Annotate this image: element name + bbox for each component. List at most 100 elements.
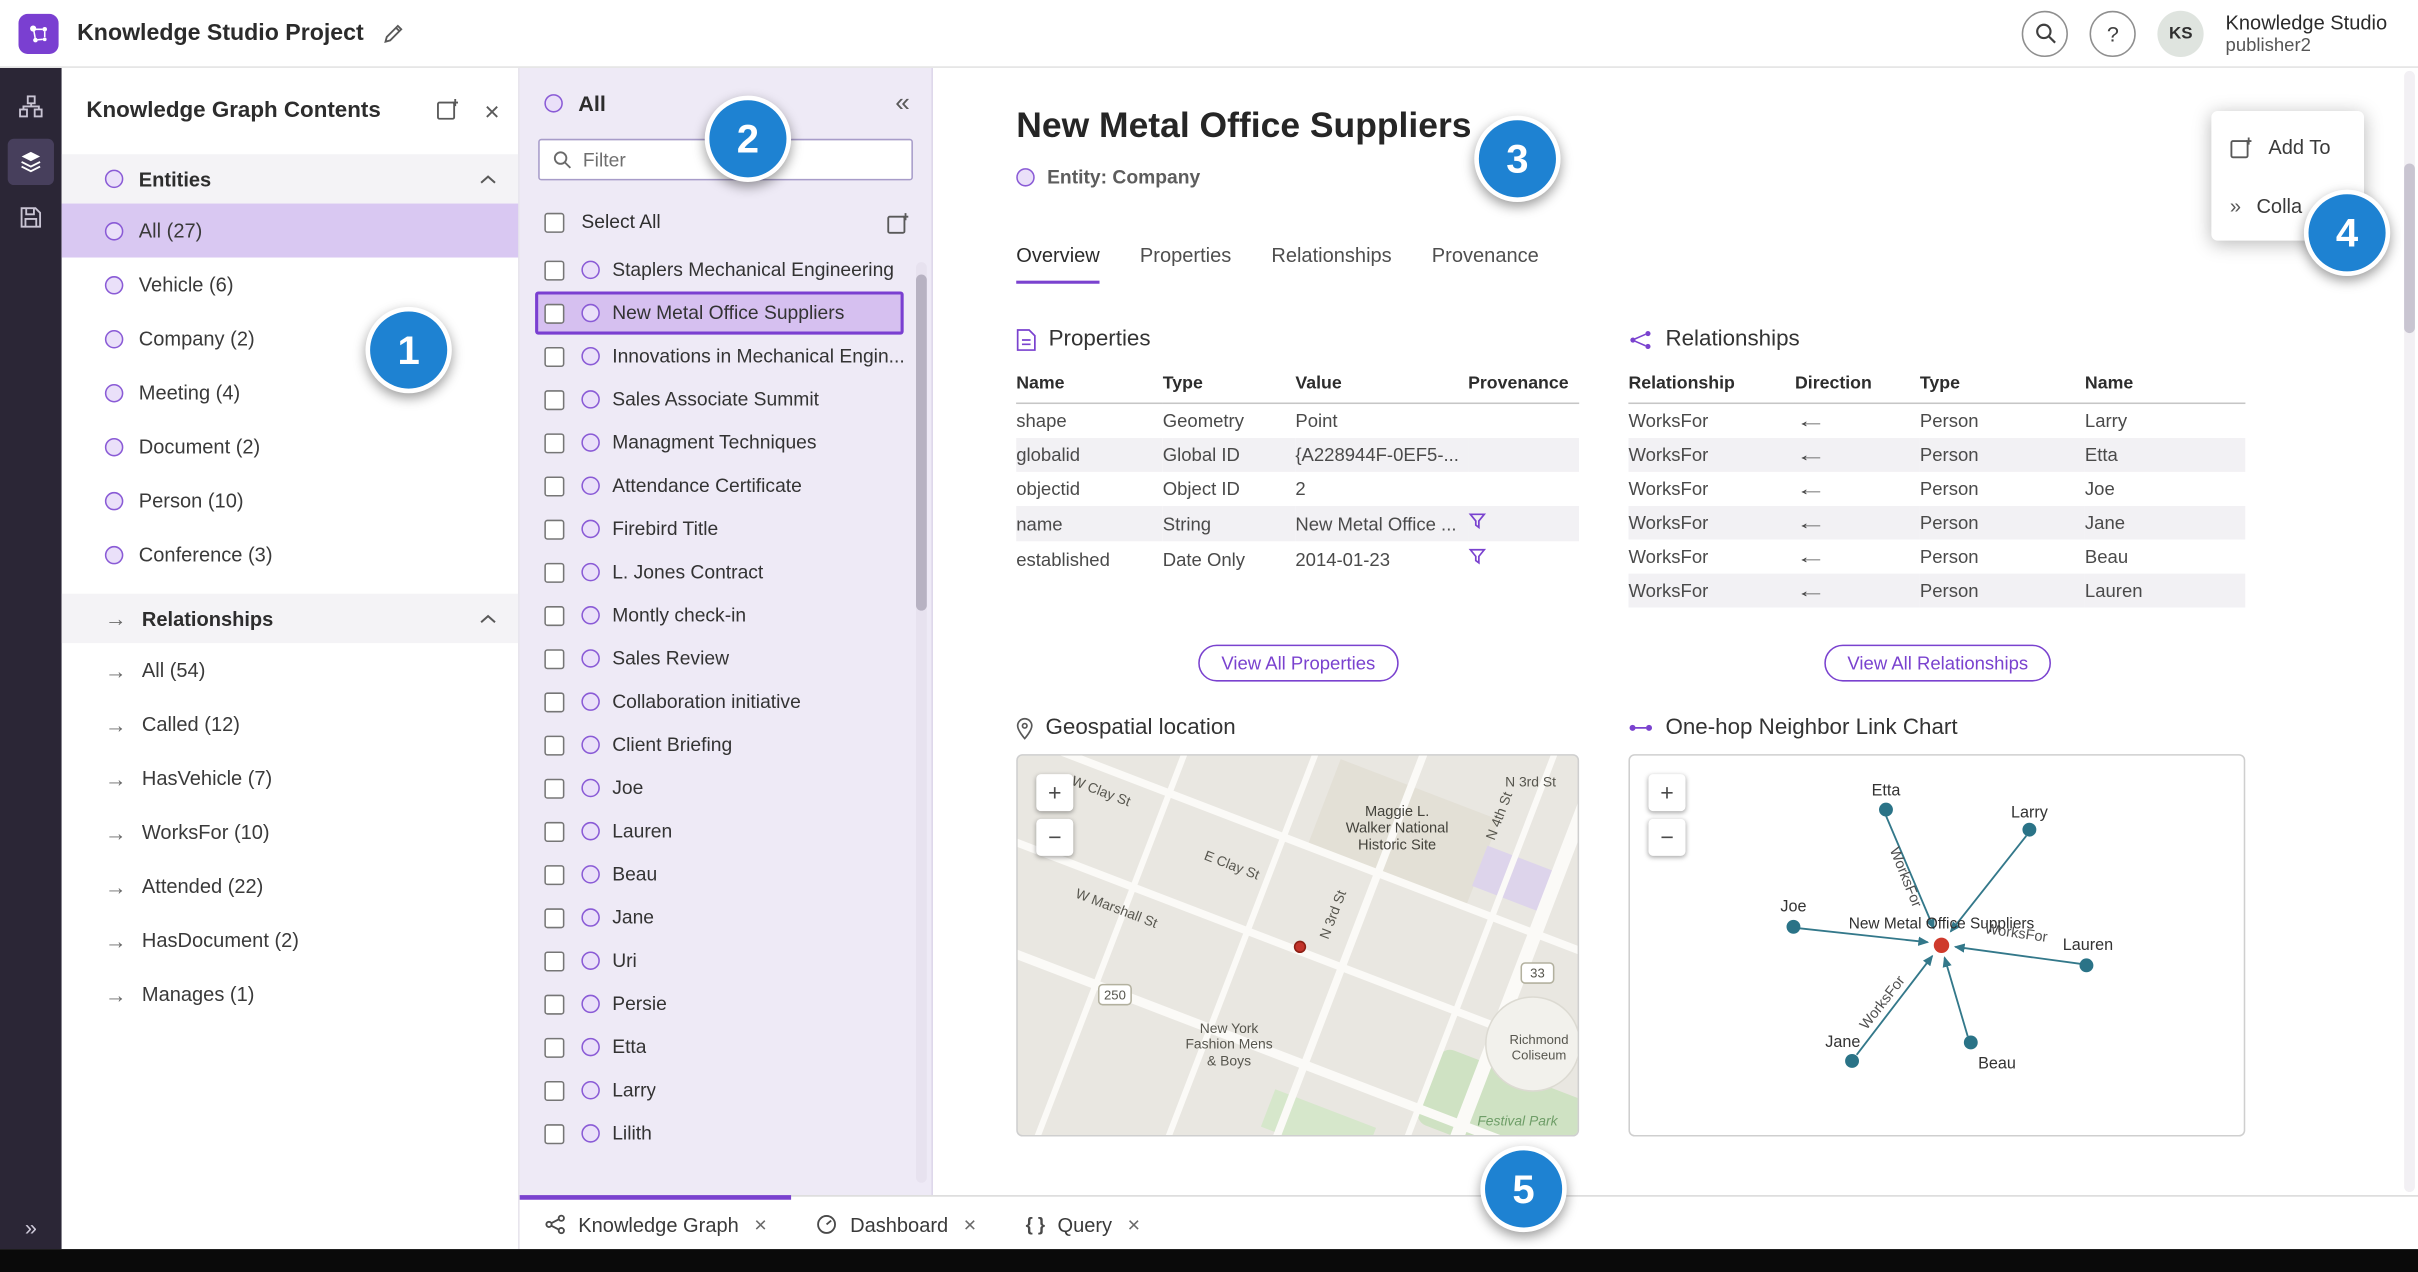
list-item[interactable]: Sales Review [535,637,904,680]
list-item[interactable]: Persie [535,982,904,1025]
node-beau[interactable] [1963,1035,1978,1050]
list-item[interactable]: Larry [535,1069,904,1112]
close-icon[interactable]: × [964,1212,977,1237]
checkbox[interactable] [544,821,565,842]
list-item[interactable]: Lauren [535,810,904,853]
chevron-up-icon[interactable] [480,613,497,624]
scrollbar-thumb[interactable] [916,274,927,611]
checkbox[interactable] [544,777,565,799]
property-row[interactable]: globalid Global ID {A228944F-0EF5-... [1016,437,1580,472]
relationship-type-hasvehicle[interactable]: → HasVehicle (7) [62,751,518,805]
user-avatar[interactable]: KS [2157,10,2204,57]
provenance-icon[interactable] [1468,512,1487,531]
list-item[interactable]: Collaboration initiative [535,680,904,723]
link-chart-canvas[interactable]: + − Etta Larry Joe Lauren Jane Beau New … [1628,754,2246,1137]
list-item[interactable]: Etta [535,1025,904,1068]
entity-link[interactable]: Etta [2085,438,2245,472]
list-item-selected[interactable]: New Metal Office Suppliers [535,291,904,335]
checkbox[interactable] [544,346,565,367]
entity-link[interactable]: Larry [2085,403,2245,438]
view-all-properties-button[interactable]: View All Properties [1198,644,1399,682]
entity-type-document[interactable]: Document (2) [62,419,518,473]
entity-type-meeting[interactable]: Meeting (4) [62,365,518,419]
chevron-up-icon[interactable] [480,173,497,184]
list-item[interactable]: Firebird Title [535,507,904,550]
add-new-icon[interactable] [437,97,460,125]
property-row[interactable]: objectid Object ID 2 [1016,472,1579,506]
select-all-checkbox[interactable] [544,212,565,233]
close-icon[interactable]: × [754,1212,767,1237]
property-row[interactable]: established Date Only 2014-01-23 [1016,541,1579,576]
relationship-type-hasdocument[interactable]: → HasDocument (2) [62,913,518,967]
checkbox[interactable] [544,1123,565,1144]
relationship-link[interactable]: WorksFor [1628,438,1795,472]
relationship-row[interactable]: WorksFor ← Person Larry [1628,403,2245,438]
view-tab-dashboard[interactable]: Dashboard × [792,1195,1001,1249]
checkbox[interactable] [544,950,565,971]
list-item[interactable]: Uri [535,939,904,982]
tab-provenance[interactable]: Provenance [1432,244,1539,284]
tab-overview[interactable]: Overview [1016,244,1100,284]
checkbox[interactable] [544,648,565,669]
tab-properties[interactable]: Properties [1140,244,1231,284]
relationship-row[interactable]: WorksFor ← Person Etta [1628,437,2246,472]
checkbox[interactable] [544,691,565,712]
relationship-type-called[interactable]: → Called (12) [62,697,518,751]
relationship-row[interactable]: WorksFor ← Person Lauren [1628,573,2246,608]
relationship-type-all[interactable]: → All (54) [62,643,518,697]
checkbox[interactable] [544,562,565,583]
rail-save-button[interactable] [8,194,54,240]
list-item[interactable]: Lilith [535,1112,904,1155]
zoom-in-button[interactable]: + [1648,774,1686,812]
relationship-row[interactable]: WorksFor ← Person Joe [1628,472,2245,506]
relationship-link[interactable]: WorksFor [1628,403,1795,438]
relationship-link[interactable]: WorksFor [1628,540,1795,574]
list-item[interactable]: Beau [535,853,904,896]
node-center[interactable] [1933,937,1950,954]
checkbox[interactable] [544,259,565,280]
list-item[interactable]: Staplers Mechanical Engineering [535,248,904,291]
checkbox[interactable] [544,907,565,928]
zoom-out-button[interactable]: − [1648,818,1686,856]
tab-relationships[interactable]: Relationships [1271,244,1391,284]
property-row[interactable]: name String New Metal Office ... [1016,505,1580,542]
entity-type-vehicle[interactable]: Vehicle (6) [62,258,518,312]
list-item[interactable]: Managment Techniques [535,421,904,464]
checkbox[interactable] [544,475,565,496]
relationship-type-attended[interactable]: → Attended (22) [62,859,518,913]
entity-link[interactable]: Joe [2085,472,2245,506]
view-tab-knowledge-graph[interactable]: Knowledge Graph × [519,1195,792,1249]
relationship-link[interactable]: WorksFor [1628,574,1795,608]
entities-section-header[interactable]: Entities [61,154,519,204]
zoom-out-button[interactable]: − [1036,818,1074,856]
view-tab-query[interactable]: { } Query × [1001,1195,1165,1249]
relationship-link[interactable]: WorksFor [1628,472,1795,506]
list-item[interactable]: Client Briefing [535,723,904,766]
list-item[interactable]: Attendance Certificate [535,464,904,507]
checkbox[interactable] [544,734,565,755]
node-joe[interactable] [1786,919,1801,934]
node-etta[interactable] [1879,802,1893,817]
collapse-panel-icon[interactable]: « [895,88,910,119]
entity-link[interactable]: Beau [2085,540,2245,574]
rail-layers-button[interactable] [7,138,54,186]
list-item[interactable]: Joe [535,766,904,809]
search-button[interactable] [2021,10,2069,57]
provenance-icon[interactable] [1468,547,1487,566]
property-row[interactable]: shape Geometry Point [1016,403,1579,438]
node-larry[interactable] [2022,822,2037,837]
scrollbar-track[interactable] [916,262,927,1183]
entity-type-person[interactable]: Person (10) [62,473,518,527]
relationships-section-header[interactable]: → Relationships [61,593,519,644]
view-all-relationships-button[interactable]: View All Relationships [1824,644,2052,682]
entity-link[interactable]: Jane [2085,506,2245,540]
close-icon[interactable]: × [1128,1212,1141,1237]
node-jane[interactable] [1845,1054,1859,1068]
relationship-row[interactable]: WorksFor ← Person Jane [1628,505,2246,540]
zoom-in-button[interactable]: + [1036,774,1074,812]
checkbox[interactable] [544,432,565,453]
scrollbar-track[interactable] [2404,70,2415,1193]
add-new-icon[interactable] [887,210,910,234]
checkbox[interactable] [544,1080,565,1101]
checkbox[interactable] [544,518,565,539]
